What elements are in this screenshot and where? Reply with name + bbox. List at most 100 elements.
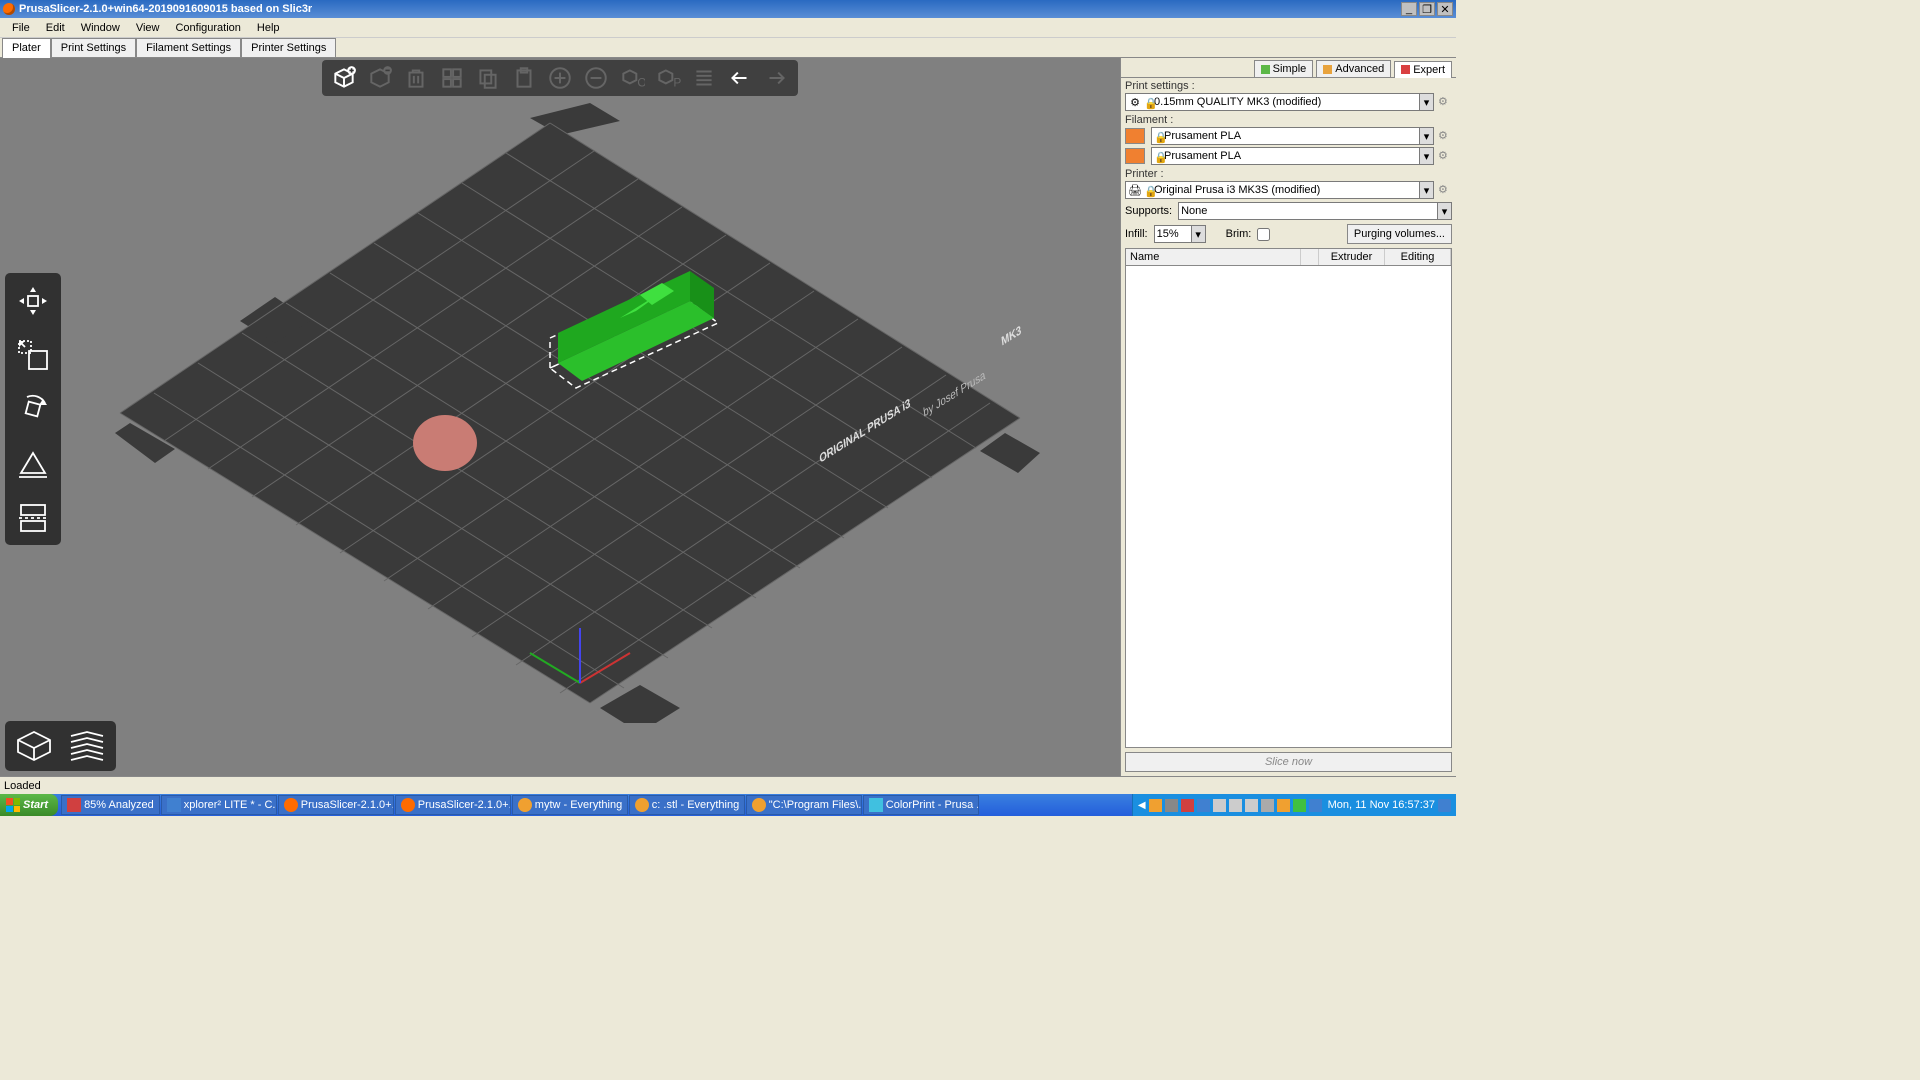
- move-gizmo-button[interactable]: [11, 279, 55, 323]
- model-object-circle[interactable]: [413, 415, 477, 471]
- chevron-down-icon[interactable]: ▾: [1191, 226, 1205, 242]
- rotate-gizmo-button[interactable]: [11, 387, 55, 431]
- tray-icon[interactable]: [1165, 799, 1178, 812]
- split-objects-button[interactable]: O: [618, 64, 646, 92]
- edit-printer-button[interactable]: ⚙: [1438, 183, 1452, 197]
- scale-gizmo-button[interactable]: [11, 333, 55, 377]
- plater-toolbar: O P: [322, 60, 798, 96]
- chevron-down-icon[interactable]: ▾: [1419, 94, 1433, 110]
- edit-filament-2-button[interactable]: ⚙: [1438, 149, 1452, 163]
- clock[interactable]: Mon, 11 Nov 16:57:37: [1328, 799, 1435, 811]
- menu-edit[interactable]: Edit: [38, 20, 73, 36]
- delete-all-button[interactable]: [402, 64, 430, 92]
- chevron-down-icon[interactable]: ▾: [1437, 203, 1451, 219]
- tray-icon[interactable]: [1197, 799, 1210, 812]
- menu-configuration[interactable]: Configuration: [167, 20, 248, 36]
- task-btn-everything-2[interactable]: c: .stl - Everything: [629, 795, 745, 815]
- redo-button[interactable]: [762, 64, 790, 92]
- filament-color-1[interactable]: [1125, 128, 1145, 144]
- start-button[interactable]: Start: [0, 794, 58, 816]
- print-settings-select[interactable]: ⚙ 🔒 0.15mm QUALITY MK3 (modified) ▾: [1125, 93, 1434, 111]
- lock-icon: 🔒: [1144, 185, 1154, 195]
- tray-icon[interactable]: [1229, 799, 1242, 812]
- tray-icon[interactable]: [1261, 799, 1274, 812]
- task-btn-prusa-1[interactable]: PrusaSlicer-2.1.0+...: [278, 795, 394, 815]
- purging-volumes-button[interactable]: Purging volumes...: [1347, 224, 1452, 244]
- lock-icon: 🔒: [1144, 97, 1154, 107]
- supports-label: Supports:: [1125, 205, 1172, 217]
- view-mode-toggle: [5, 721, 116, 771]
- mode-simple[interactable]: Simple: [1254, 60, 1314, 77]
- delete-object-button[interactable]: [366, 64, 394, 92]
- tab-printer-settings[interactable]: Printer Settings: [241, 38, 336, 57]
- supports-select[interactable]: None ▾: [1178, 202, 1452, 220]
- menu-view[interactable]: View: [128, 20, 168, 36]
- status-text: Loaded: [4, 780, 41, 792]
- infill-label: Infill:: [1125, 228, 1148, 240]
- tab-print-settings[interactable]: Print Settings: [51, 38, 136, 57]
- brim-checkbox[interactable]: [1257, 228, 1270, 241]
- tray-icon[interactable]: [1309, 799, 1322, 812]
- filament-2-select[interactable]: 🔒 Prusament PLA ▾: [1151, 147, 1434, 165]
- cut-gizmo-button[interactable]: [11, 495, 55, 539]
- tray-icon[interactable]: [1181, 799, 1194, 812]
- svg-text:P: P: [673, 76, 681, 90]
- preview-view-button[interactable]: [63, 726, 111, 766]
- system-tray[interactable]: ◀ Mon, 11 Nov 16:57:37: [1132, 794, 1456, 816]
- minimize-button[interactable]: _: [1401, 2, 1417, 16]
- tray-icon[interactable]: [1213, 799, 1226, 812]
- split-parts-button[interactable]: P: [654, 64, 682, 92]
- object-list[interactable]: [1125, 266, 1452, 748]
- tray-icon[interactable]: [1293, 799, 1306, 812]
- mode-advanced[interactable]: Advanced: [1316, 60, 1391, 77]
- lock-icon: 🔒: [1154, 151, 1164, 161]
- slice-now-button[interactable]: Slice now: [1125, 752, 1452, 772]
- maximize-button[interactable]: ❐: [1419, 2, 1435, 16]
- edit-filament-1-button[interactable]: ⚙: [1438, 129, 1452, 143]
- tab-plater[interactable]: Plater: [2, 38, 51, 58]
- print-settings-label: Print settings :: [1121, 78, 1456, 92]
- tray-icon[interactable]: [1149, 799, 1162, 812]
- 3d-editor-view-button[interactable]: [10, 726, 58, 766]
- infill-select[interactable]: 15% ▾: [1154, 225, 1206, 243]
- paste-button[interactable]: [510, 64, 538, 92]
- col-editing[interactable]: Editing: [1385, 249, 1451, 265]
- chevron-down-icon[interactable]: ▾: [1419, 182, 1433, 198]
- mode-expert[interactable]: Expert: [1394, 61, 1452, 78]
- chevron-down-icon[interactable]: ▾: [1419, 148, 1433, 164]
- filament-1-select[interactable]: 🔒 Prusament PLA ▾: [1151, 127, 1434, 145]
- add-object-button[interactable]: [330, 64, 358, 92]
- close-button[interactable]: ✕: [1437, 2, 1453, 16]
- col-extruder[interactable]: Extruder: [1319, 249, 1385, 265]
- tray-expand-icon[interactable]: ◀: [1138, 800, 1146, 811]
- task-btn-colorprint[interactable]: ColorPrint - Prusa ...: [863, 795, 979, 815]
- tray-icon[interactable]: [1438, 799, 1451, 812]
- edit-print-settings-button[interactable]: ⚙: [1438, 95, 1452, 109]
- task-btn-xplorer[interactable]: xplorer² LITE * - C...: [161, 795, 277, 815]
- arrange-button[interactable]: [438, 64, 466, 92]
- tray-icon[interactable]: [1245, 799, 1258, 812]
- copy-button[interactable]: [474, 64, 502, 92]
- task-btn-everything-1[interactable]: mytw - Everything: [512, 795, 628, 815]
- 3d-viewport[interactable]: ORIGINAL PRUSA i3 MK3 by Josef Prusa: [0, 58, 1120, 776]
- chevron-down-icon[interactable]: ▾: [1419, 128, 1433, 144]
- col-name[interactable]: Name: [1126, 249, 1301, 265]
- tab-filament-settings[interactable]: Filament Settings: [136, 38, 241, 57]
- menu-window[interactable]: Window: [73, 20, 128, 36]
- add-instance-button[interactable]: [546, 64, 574, 92]
- task-btn-prusa-2[interactable]: PrusaSlicer-2.1.0+...: [395, 795, 511, 815]
- remove-instance-button[interactable]: [582, 64, 610, 92]
- task-btn-analyzed[interactable]: 85% Analyzed: [61, 795, 160, 815]
- filament-color-2[interactable]: [1125, 148, 1145, 164]
- layers-height-button[interactable]: [690, 64, 718, 92]
- task-btn-everything-3[interactable]: "C:\Program Files\...: [746, 795, 862, 815]
- tray-icon[interactable]: [1277, 799, 1290, 812]
- undo-button[interactable]: [726, 64, 754, 92]
- printer-select[interactable]: 🖨 🔒 Original Prusa i3 MK3S (modified) ▾: [1125, 181, 1434, 199]
- windows-icon: [6, 798, 20, 812]
- place-on-face-button[interactable]: [11, 441, 55, 485]
- menu-help[interactable]: Help: [249, 20, 288, 36]
- gear-icon: ⚙: [1128, 95, 1142, 109]
- menu-file[interactable]: File: [4, 20, 38, 36]
- window-title: PrusaSlicer-2.1.0+win64-2019091609015 ba…: [19, 3, 1401, 15]
